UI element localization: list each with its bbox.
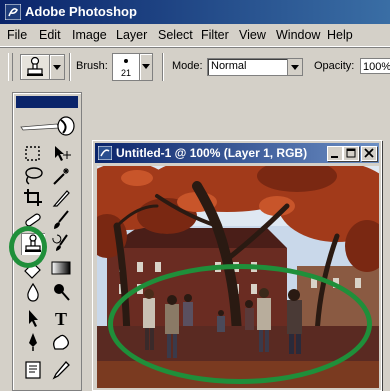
maximize-button[interactable]: [343, 146, 359, 161]
document-icon: [98, 146, 112, 160]
app-title-bar: Adobe Photoshop: [0, 0, 390, 24]
path-selection-tool[interactable]: [21, 307, 45, 329]
brush-tip-icon: [124, 59, 128, 63]
close-icon: [364, 148, 374, 158]
menu-image[interactable]: Image: [72, 28, 107, 42]
clone-stamp-highlight-ring: [9, 226, 47, 268]
pen-icon: [29, 333, 37, 351]
toolbox-title-bar[interactable]: [16, 96, 78, 108]
app-title: Adobe Photoshop: [25, 4, 137, 19]
history-brush-icon: [52, 234, 68, 251]
photoshop-app-icon[interactable]: [5, 4, 21, 20]
chevron-down-icon[interactable]: [287, 59, 302, 75]
menu-window[interactable]: Window: [276, 28, 320, 42]
slice-icon: [52, 190, 70, 207]
marquee-icon: [25, 146, 40, 161]
notes-tool[interactable]: [21, 359, 45, 381]
notes-icon: [25, 361, 41, 379]
move-icon: [55, 146, 71, 161]
gradient-tool[interactable]: [49, 257, 73, 279]
dodge-icon: [54, 284, 70, 301]
separator: [162, 53, 164, 81]
options-bar: Brush: 21 Mode: Normal Opacity: 100%: [0, 47, 390, 86]
opacity-label: Opacity:: [314, 60, 355, 72]
pen-tool[interactable]: [21, 331, 45, 353]
custom-shape-icon: [53, 334, 69, 350]
gradient-icon: [51, 261, 71, 275]
brush-dropdown-arrow[interactable]: [139, 53, 153, 81]
magic-wand-icon: [53, 168, 69, 185]
slice-tool[interactable]: [49, 187, 73, 209]
crowd-highlight-ring: [108, 264, 372, 384]
menu-view[interactable]: View: [239, 28, 266, 42]
history-brush-tool[interactable]: [49, 233, 73, 255]
photoshop-feather-logo[interactable]: [17, 112, 77, 140]
eyedropper-tool[interactable]: [49, 359, 73, 381]
menu-file[interactable]: File: [7, 28, 27, 42]
paintbrush-icon: [54, 210, 69, 229]
opacity-field[interactable]: 100%: [360, 58, 390, 74]
type-icon: T: [55, 309, 67, 329]
lasso-tool[interactable]: [21, 165, 45, 187]
brush-preview[interactable]: 21: [112, 53, 140, 81]
menu-layer[interactable]: Layer: [116, 28, 147, 42]
maximize-icon: [346, 148, 356, 158]
tool-preset-picker[interactable]: [20, 54, 50, 80]
dodge-tool[interactable]: [49, 281, 73, 303]
close-button[interactable]: [361, 146, 377, 161]
marquee-tool[interactable]: [21, 143, 45, 165]
menu-select[interactable]: Select: [158, 28, 193, 42]
move-tool[interactable]: [49, 143, 73, 165]
document-title: Untitled-1 @ 100% (Layer 1, RGB): [116, 146, 308, 160]
document-title-bar[interactable]: Untitled-1 @ 100% (Layer 1, RGB): [95, 143, 379, 163]
brush-size: 21: [120, 68, 131, 78]
menu-edit[interactable]: Edit: [39, 28, 61, 42]
tool-preset-dropdown-arrow[interactable]: [49, 54, 65, 80]
menu-filter[interactable]: Filter: [201, 28, 229, 42]
water-drop-icon: [27, 282, 39, 302]
crop-tool[interactable]: [21, 187, 45, 209]
type-tool[interactable]: T: [49, 307, 73, 329]
mode-value: Normal: [211, 60, 247, 72]
minimize-icon: [331, 156, 338, 158]
arrow-pointer-icon: [29, 310, 38, 327]
eyedropper-icon: [52, 361, 70, 380]
menu-bar: File Edit Image Layer Select Filter View…: [0, 24, 390, 47]
minimize-button[interactable]: [327, 146, 343, 161]
crop-icon: [24, 189, 42, 206]
mode-select[interactable]: Normal: [207, 58, 303, 76]
mode-label: Mode:: [172, 60, 203, 72]
separator: [69, 53, 71, 81]
brush-label: Brush:: [76, 60, 108, 72]
brush-tool[interactable]: [49, 209, 73, 231]
shape-tool[interactable]: [49, 331, 73, 353]
clone-stamp-icon: [27, 56, 43, 76]
magic-wand-tool[interactable]: [49, 165, 73, 187]
options-bar-grip[interactable]: [8, 53, 13, 81]
lasso-icon: [25, 167, 43, 185]
blur-tool[interactable]: [21, 281, 45, 303]
svg-text:T: T: [55, 309, 67, 329]
menu-help[interactable]: Help: [327, 28, 353, 42]
